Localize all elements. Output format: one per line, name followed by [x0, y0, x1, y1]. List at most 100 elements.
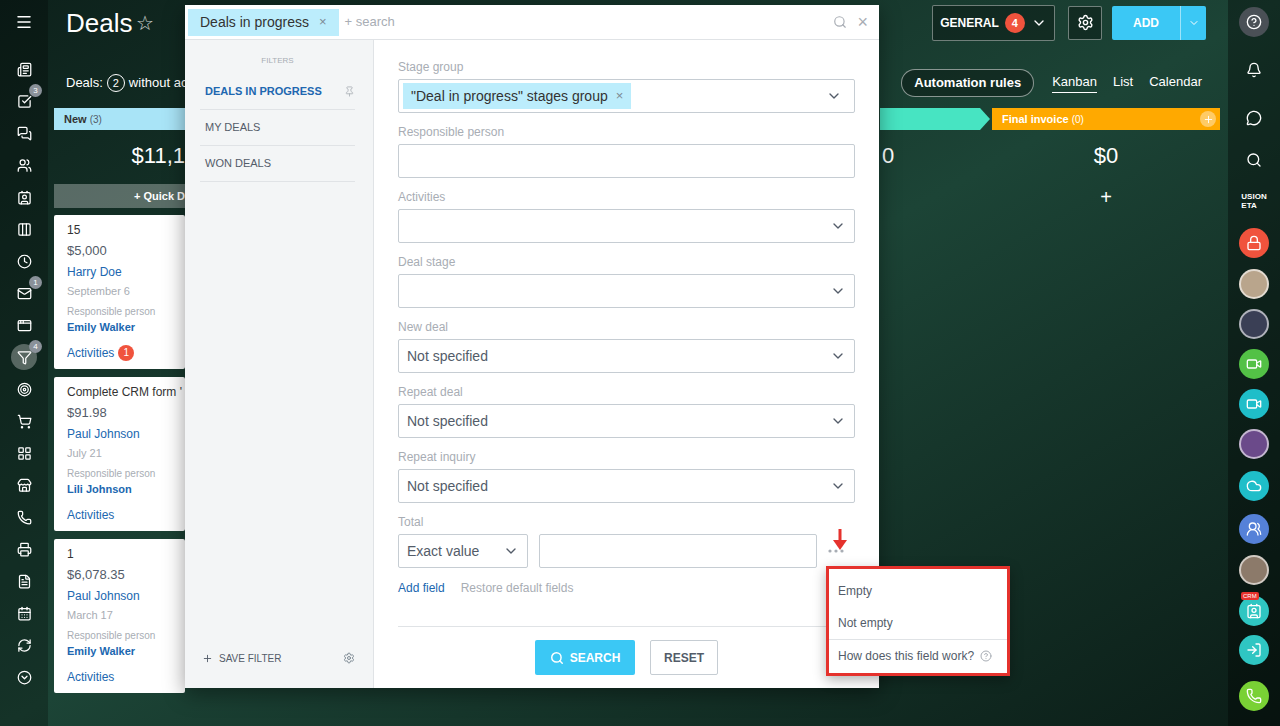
settings-button[interactable] [1068, 6, 1102, 40]
responsible-name[interactable]: Emily Walker [67, 320, 172, 334]
rail-item[interactable] [0, 0, 48, 44]
deal-card[interactable]: Complete CRM form '$91.98Paul JohnsonJul… [54, 377, 185, 531]
rail-button[interactable]: CRM [1239, 596, 1269, 626]
view-tab[interactable]: Kanban [1052, 72, 1097, 93]
activities-row[interactable]: Activities1 [67, 345, 172, 361]
rail-item[interactable] [0, 597, 48, 629]
deal-contact[interactable]: Harry Doe [67, 264, 172, 280]
rail-button[interactable]: 3 [11, 88, 37, 114]
rail-button[interactable] [11, 536, 37, 562]
responsible-name[interactable]: Lili Johnson [67, 482, 172, 496]
restore-fields-link[interactable]: Restore default fields [461, 579, 574, 597]
tag-select[interactable]: "Deal in progress" stages group× [398, 79, 855, 113]
right-rail-item[interactable] [1228, 549, 1280, 591]
rail-item[interactable] [0, 213, 48, 245]
rail-button[interactable] [1239, 103, 1269, 133]
rail-button[interactable] [1239, 635, 1269, 665]
quick-add-button[interactable]: + [992, 180, 1220, 214]
rail-button[interactable] [11, 56, 37, 82]
rail-button[interactable] [1239, 514, 1269, 544]
rail-button[interactable] [11, 376, 37, 402]
rail-button[interactable] [11, 152, 37, 178]
rail-button[interactable] [1239, 471, 1269, 501]
select-input[interactable]: Not specified [398, 339, 855, 373]
right-rail-item[interactable]: CRM [1228, 591, 1280, 630]
rail-item[interactable]: 4 [0, 341, 48, 373]
save-filter-button[interactable]: SAVE FILTER [219, 651, 343, 666]
rail-button[interactable] [1239, 389, 1269, 419]
right-rail-item[interactable] [1228, 304, 1280, 344]
activities-link[interactable]: Activities [67, 507, 114, 523]
rail-item[interactable] [0, 53, 48, 85]
filter-tag[interactable]: "Deal in progress" stages group× [403, 83, 631, 109]
right-rail-item[interactable] [1228, 424, 1280, 464]
rail-button[interactable] [11, 408, 37, 434]
rail-item[interactable] [0, 117, 48, 149]
select-input[interactable] [398, 274, 855, 308]
field-more-button[interactable] [817, 548, 855, 554]
deal-contact[interactable]: Paul Johnson [67, 426, 172, 442]
rail-item[interactable] [0, 501, 48, 533]
search-icon[interactable] [833, 15, 847, 29]
add-field-link[interactable]: Add field [398, 579, 445, 597]
search-input[interactable]: + search [345, 12, 834, 32]
right-rail-item[interactable] [1228, 344, 1280, 384]
add-label[interactable]: ADD [1112, 6, 1180, 40]
rail-button[interactable] [11, 664, 37, 690]
rail-item[interactable]: 1 [0, 277, 48, 309]
deal-title[interactable]: 1 [67, 546, 172, 562]
user-avatar[interactable] [1239, 429, 1269, 459]
search-button[interactable]: SEARCH [535, 640, 635, 675]
column-header[interactable]: New(3) [54, 108, 185, 130]
company-logo[interactable]: USIONETA [1241, 192, 1266, 210]
rail-item[interactable] [0, 629, 48, 661]
reset-button[interactable]: RESET [650, 640, 718, 675]
view-tab[interactable]: List [1113, 72, 1133, 93]
deal-card[interactable]: 15$5,000Harry DoeSeptember 6Responsible … [54, 215, 185, 369]
right-rail-item[interactable] [1228, 464, 1280, 508]
column-header[interactable]: Final invoice(0) [992, 108, 1220, 130]
search-tag-remove[interactable]: × [319, 12, 327, 32]
rail-button[interactable]: 1 [11, 280, 37, 306]
rail-item[interactable] [0, 565, 48, 597]
rail-button[interactable] [11, 632, 37, 658]
right-rail-item[interactable] [1228, 508, 1280, 549]
right-rail-item[interactable] [1228, 140, 1280, 180]
rail-item[interactable]: 3 [0, 85, 48, 117]
responsible-name[interactable]: Emily Walker [67, 644, 172, 658]
select-input[interactable]: Not specified [398, 469, 855, 503]
rail-button[interactable] [11, 120, 37, 146]
rail-button[interactable] [1239, 7, 1269, 37]
rail-button[interactable] [11, 504, 37, 530]
rail-item[interactable] [0, 405, 48, 437]
preset-item[interactable]: WON DEALS [200, 146, 355, 182]
right-rail-item[interactable] [1228, 96, 1280, 140]
range-mode-select[interactable]: Exact value [398, 534, 528, 568]
add-dropdown[interactable] [1180, 6, 1206, 40]
rail-button[interactable]: 4 [11, 344, 37, 370]
activities-link[interactable]: Activities [67, 669, 114, 685]
quick-deal-button[interactable]: + Quick D [54, 184, 185, 208]
rail-button[interactable] [11, 9, 37, 35]
rail-button[interactable] [11, 568, 37, 594]
rail-button[interactable] [11, 216, 37, 242]
rail-item[interactable] [0, 181, 48, 213]
deal-title[interactable]: 15 [67, 222, 172, 238]
favorite-star[interactable]: ☆ [136, 8, 154, 38]
rail-item[interactable] [0, 661, 48, 693]
right-rail-item[interactable]: USIONETA [1228, 180, 1280, 222]
rail-item[interactable] [0, 149, 48, 181]
select-input[interactable] [398, 209, 855, 243]
right-rail-item[interactable] [1228, 670, 1280, 722]
rail-item[interactable] [0, 437, 48, 469]
activities-link[interactable]: Activities [67, 345, 114, 361]
rail-button[interactable] [1239, 349, 1269, 379]
number-input[interactable] [539, 534, 817, 568]
deals-count[interactable]: 2 [107, 74, 125, 92]
rail-button[interactable] [11, 312, 37, 338]
rail-item[interactable] [0, 373, 48, 405]
user-avatar[interactable] [1239, 555, 1269, 585]
rail-item[interactable] [0, 469, 48, 501]
right-rail-item[interactable] [1228, 0, 1280, 44]
right-rail-item[interactable] [1228, 44, 1280, 96]
